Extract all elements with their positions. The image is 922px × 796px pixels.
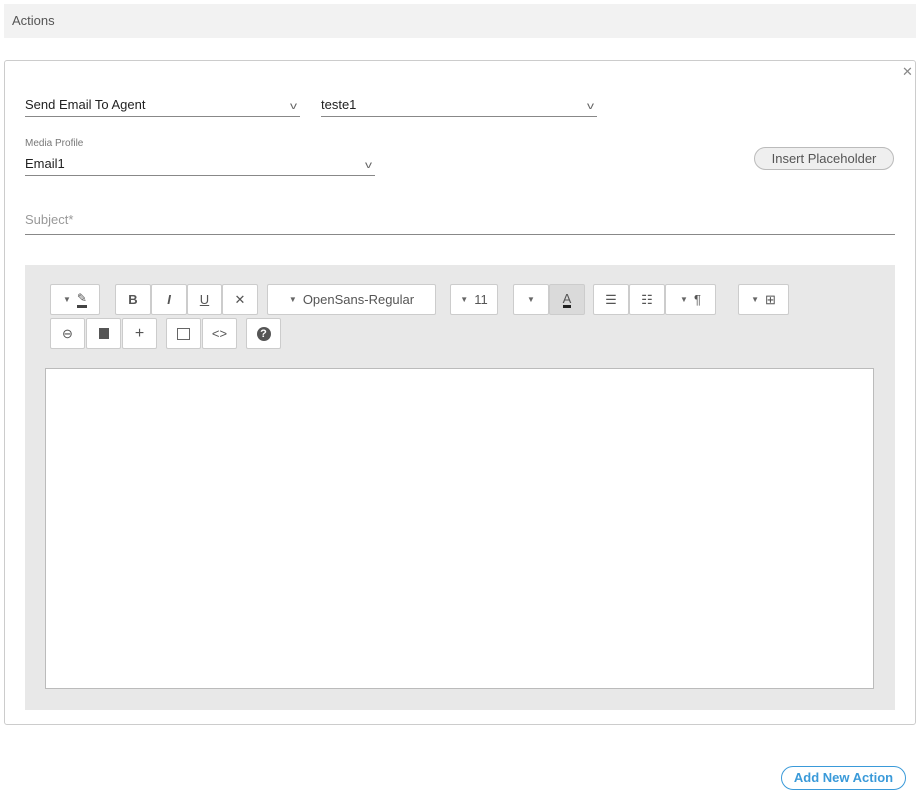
insert-placeholder-button[interactable]: Insert Placeholder: [754, 147, 894, 170]
target-select[interactable]: teste1 v: [321, 95, 597, 117]
color-dropdown-button[interactable]: ▼: [513, 284, 549, 315]
code-view-button[interactable]: <>: [202, 318, 237, 349]
link-button[interactable]: ⊖: [50, 318, 85, 349]
fullscreen-button[interactable]: [166, 318, 201, 349]
link-icon: ⊖: [62, 325, 73, 341]
media-profile-select[interactable]: Email1 v: [25, 154, 375, 176]
font-size-select[interactable]: ▼ 11: [450, 284, 498, 315]
subject-input[interactable]: Subject*: [25, 212, 895, 235]
ordered-list-button[interactable]: ☷: [629, 284, 665, 315]
chevron-down-icon: v: [365, 160, 372, 171]
paragraph-icon: ¶: [693, 292, 701, 307]
bold-button[interactable]: B: [115, 284, 151, 315]
font-family-select[interactable]: ▼ OpenSans-Regular: [267, 284, 436, 315]
italic-button[interactable]: I: [151, 284, 187, 315]
table-icon: ⊞: [765, 291, 776, 307]
image-button[interactable]: [86, 318, 121, 349]
list-ol-icon: ☷: [641, 291, 653, 307]
style-button[interactable]: ▼ ✎: [50, 284, 100, 315]
target-value: teste1: [321, 97, 357, 112]
rich-text-editor: ▼ ✎ B I U ✕ ▼ OpenSans-Regular ▼ 11 ▼ A ☰ ☷…: [25, 265, 895, 710]
underline-button[interactable]: U: [187, 284, 222, 315]
help-button[interactable]: ?: [246, 318, 281, 349]
font-family-value: OpenSans-Regular: [302, 292, 415, 307]
font-color-icon: A: [562, 290, 572, 308]
help-icon: ?: [256, 326, 271, 341]
section-header: Actions: [4, 4, 916, 38]
chevron-down-icon: v: [290, 101, 297, 112]
paragraph-button[interactable]: ▼ ¶: [665, 284, 716, 315]
font-color-button[interactable]: A: [549, 284, 585, 315]
image-icon: [98, 328, 109, 339]
chevron-down-icon: v: [587, 101, 594, 112]
table-button[interactable]: ▼ ⊞: [738, 284, 789, 315]
media-profile-label: Media Profile: [25, 138, 84, 149]
clear-format-button[interactable]: ✕: [222, 284, 258, 315]
font-size-value: 11: [474, 292, 488, 307]
unordered-list-button[interactable]: ☰: [593, 284, 629, 315]
pen-icon: ✎: [76, 291, 87, 308]
list-ul-icon: ☰: [605, 291, 617, 307]
action-type-select[interactable]: Send Email To Agent v: [25, 95, 300, 117]
media-profile-value: Email1: [25, 156, 65, 171]
fullscreen-icon: [177, 327, 190, 340]
add-new-action-button[interactable]: Add New Action: [781, 766, 906, 790]
editor-content-area[interactable]: [45, 368, 874, 689]
action-type-value: Send Email To Agent: [25, 97, 146, 112]
insert-button[interactable]: +: [122, 318, 157, 349]
close-icon[interactable]: ✕: [902, 64, 913, 80]
